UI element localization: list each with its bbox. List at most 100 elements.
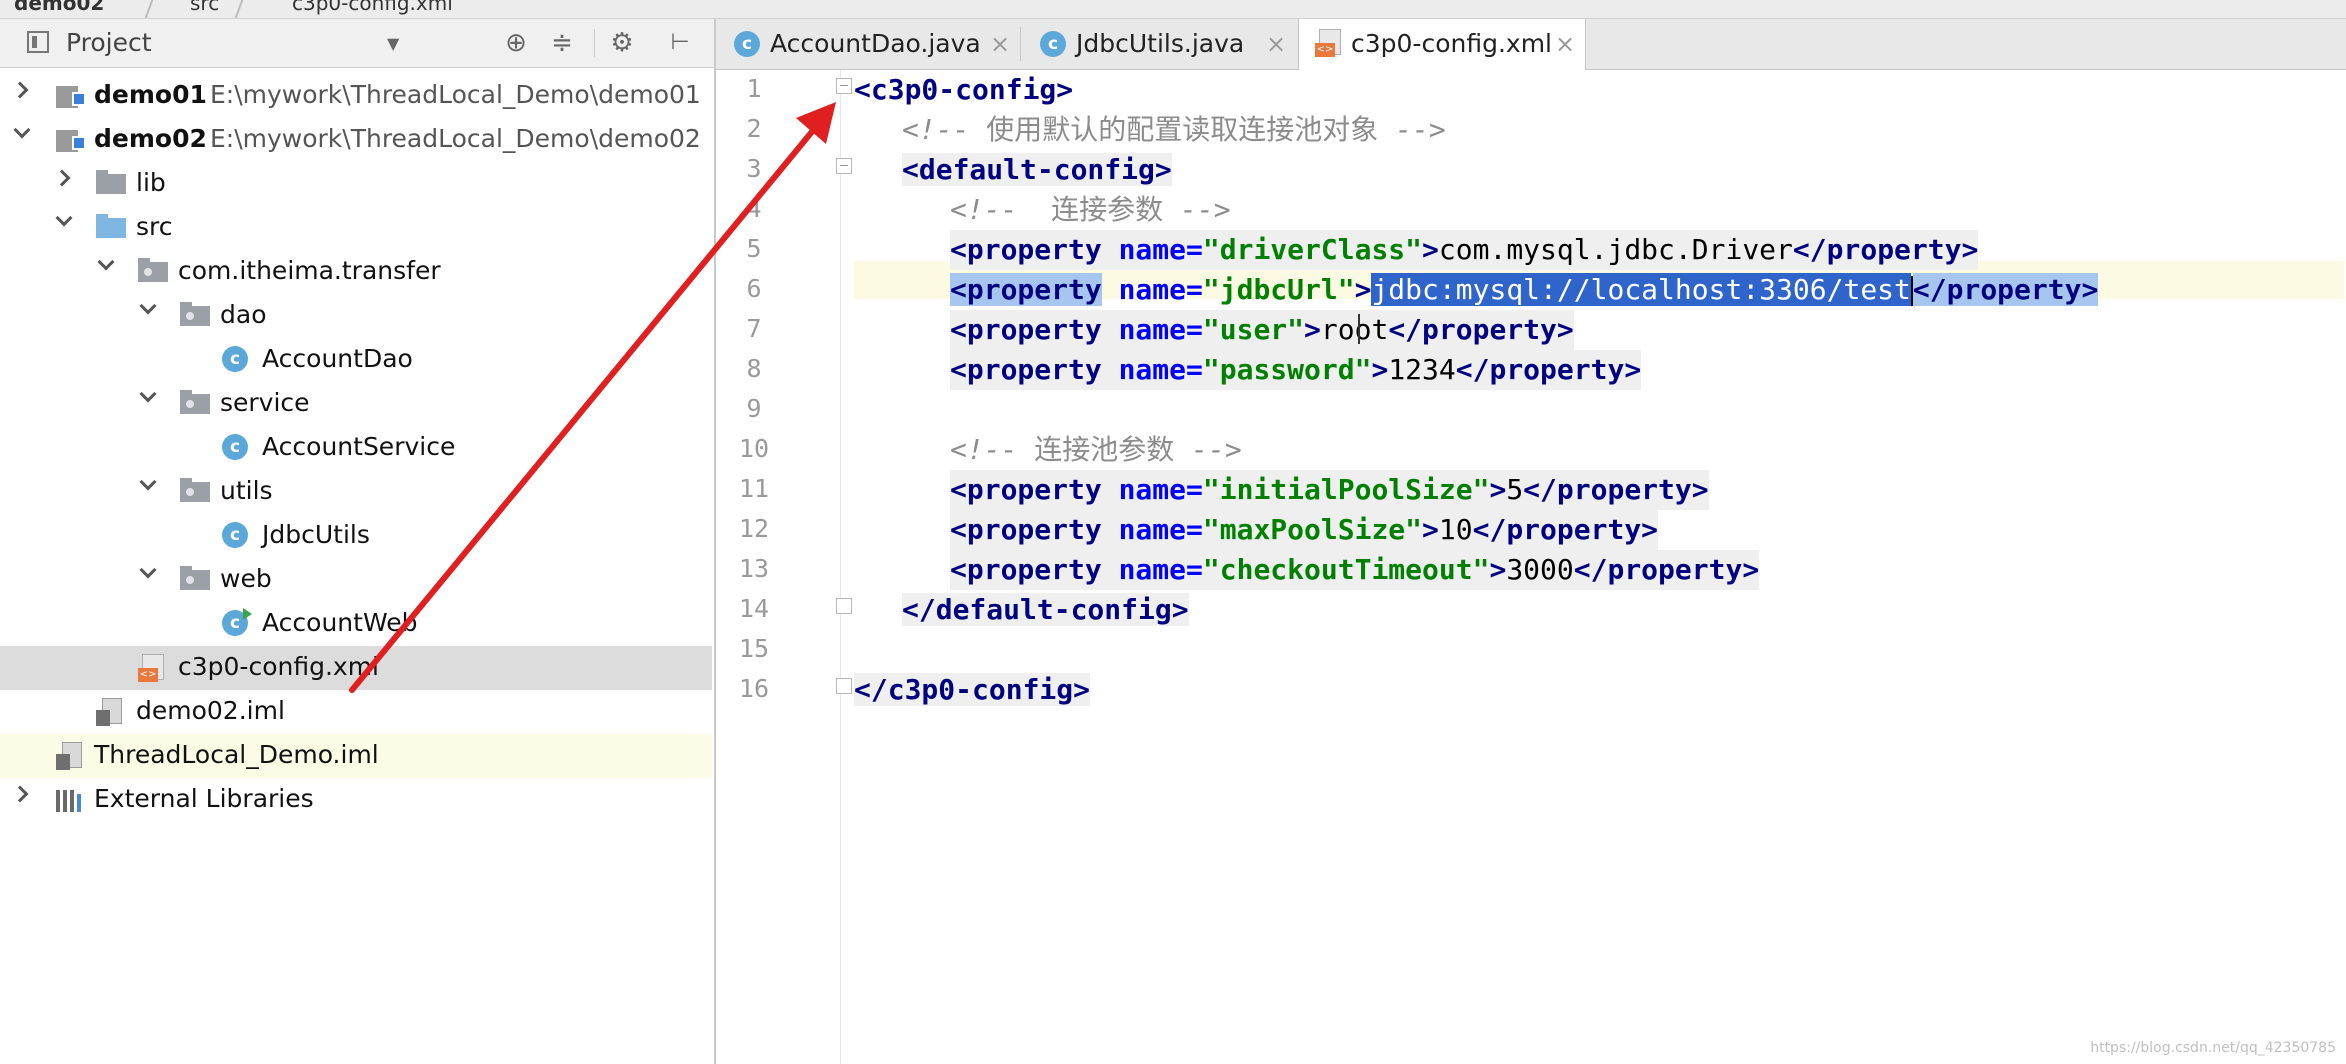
line-number: 6 xyxy=(746,274,762,303)
tab-label: JdbcUtils.java xyxy=(1076,29,1245,58)
line-number: 10 xyxy=(738,434,770,463)
tree-item-package-web[interactable]: web xyxy=(0,558,712,602)
tree-item-label: utils xyxy=(220,476,273,505)
chevron-down-icon[interactable] xyxy=(139,297,157,315)
tree-item-accountweb[interactable]: c AccountWeb xyxy=(0,602,712,646)
tree-item-demo01[interactable]: demo01 E:\mywork\ThreadLocal_Demo\demo01 xyxy=(0,74,712,118)
chevron-right-icon[interactable] xyxy=(53,169,71,187)
tree-item-src[interactable]: src xyxy=(0,206,712,250)
iml-file-icon xyxy=(56,742,82,772)
tree-item-c3p0-config[interactable]: <> c3p0-config.xml xyxy=(0,646,712,690)
gear-icon[interactable]: ⚙ xyxy=(606,27,638,59)
tree-item-jdbcutils[interactable]: c JdbcUtils xyxy=(0,514,712,558)
project-view-selector[interactable]: Project xyxy=(66,28,152,57)
breadcrumb-folder[interactable]: src xyxy=(190,0,219,15)
breadcrumb-module[interactable]: demo02 xyxy=(14,0,104,15)
tab-accountdao[interactable]: c AccountDao.java × xyxy=(716,19,1018,69)
fold-end-icon[interactable] xyxy=(836,598,852,614)
class-icon: c xyxy=(1040,31,1066,57)
tree-item-label: ThreadLocal_Demo.iml xyxy=(94,740,379,769)
xml-attribute: name= xyxy=(1118,473,1203,506)
tree-item-package-service[interactable]: service xyxy=(0,382,712,426)
xml-tag: > xyxy=(1354,273,1372,306)
tree-item-label: demo01 xyxy=(94,80,207,109)
tree-item-package-dao[interactable]: dao xyxy=(0,294,712,338)
tree-item-demo02-iml[interactable]: demo02.iml xyxy=(0,690,712,734)
xml-tag: > xyxy=(1489,553,1507,586)
breadcrumb-separator xyxy=(232,0,246,18)
xml-file-icon: <> xyxy=(1315,29,1341,59)
tree-item-external-libraries[interactable]: External Libraries xyxy=(0,778,712,822)
chevron-right-icon[interactable] xyxy=(11,785,29,803)
tree-item-label: External Libraries xyxy=(94,784,314,813)
chevron-down-icon[interactable] xyxy=(13,121,31,139)
line-number: 2 xyxy=(746,114,762,143)
tree-item-demo02[interactable]: demo02 E:\mywork\ThreadLocal_Demo\demo02 xyxy=(0,118,712,162)
code-line-2: <!-- 使用默认的配置读取连接池对象 --> xyxy=(902,110,1446,150)
tree-item-label: JdbcUtils xyxy=(262,520,370,549)
tree-item-lib[interactable]: lib xyxy=(0,162,712,206)
line-number: 8 xyxy=(746,354,762,383)
xml-tag: <property xyxy=(950,513,1102,546)
xml-comment: --> xyxy=(1378,113,1446,146)
xml-tag: <c3p0-config> xyxy=(854,73,1074,106)
chevron-down-icon[interactable] xyxy=(55,209,73,227)
breadcrumb-file[interactable]: c3p0-config.xml xyxy=(292,0,453,15)
breadcrumb: demo02 src c3p0-config.xml xyxy=(0,0,2346,19)
xml-text: 1234 xyxy=(1388,353,1456,386)
chevron-down-icon[interactable] xyxy=(139,561,157,579)
close-icon[interactable]: × xyxy=(1266,30,1286,58)
editor-area: c AccountDao.java × c JdbcUtils.java × <… xyxy=(716,19,2346,1064)
chevron-down-icon[interactable] xyxy=(139,385,157,403)
xml-comment: --> xyxy=(1174,433,1242,466)
tab-c3p0-config[interactable]: <> c3p0-config.xml × xyxy=(1298,19,1586,70)
editor-tab-bar: c AccountDao.java × c JdbcUtils.java × <… xyxy=(716,19,2346,70)
fold-marker-icon[interactable] xyxy=(836,78,852,94)
source-folder-icon xyxy=(96,214,126,238)
xml-tag: </property> xyxy=(1573,553,1760,586)
fold-marker-icon[interactable] xyxy=(836,158,852,174)
tree-item-package-utils[interactable]: utils xyxy=(0,470,712,514)
selected-text[interactable]: jdbc:mysql://localhost:3306/test xyxy=(1371,273,1911,306)
xml-attribute-value: "password" xyxy=(1202,353,1372,386)
project-panel-header: Project ▼ ⊕ ≑ ⚙ ⊢ xyxy=(0,19,714,68)
line-number: 9 xyxy=(746,394,762,423)
tree-item-package-transfer[interactable]: com.itheima.transfer xyxy=(0,250,712,294)
close-icon[interactable]: × xyxy=(990,30,1010,58)
module-path: E:\mywork\ThreadLocal_Demo\demo02 xyxy=(210,124,701,153)
chevron-down-icon[interactable] xyxy=(97,253,115,271)
chevron-down-icon[interactable] xyxy=(139,473,157,491)
iml-file-icon xyxy=(96,698,122,728)
tree-item-label: dao xyxy=(220,300,267,329)
xml-comment-text: 连接池参数 xyxy=(1034,433,1175,466)
code-line-10: <!-- 连接池参数 --> xyxy=(950,430,1242,470)
hide-icon[interactable]: ⊢ xyxy=(664,27,696,59)
tree-item-threadlocal-iml[interactable]: ThreadLocal_Demo.iml xyxy=(0,734,712,778)
xml-tag: <property xyxy=(950,273,1102,306)
tree-item-label: demo02.iml xyxy=(136,696,285,725)
chevron-down-icon[interactable]: ▼ xyxy=(387,34,399,53)
tree-item-label: AccountDao xyxy=(262,344,413,373)
xml-file-icon: <> xyxy=(138,654,164,684)
collapse-icon[interactable]: ≑ xyxy=(546,27,578,59)
xml-comment: <!-- xyxy=(902,113,987,146)
xml-comment: --> xyxy=(1163,193,1231,226)
class-icon: c xyxy=(222,346,248,372)
xml-tag: <property xyxy=(950,313,1102,346)
chevron-right-icon[interactable] xyxy=(11,81,29,99)
tree-item-accountdao[interactable]: c AccountDao xyxy=(0,338,712,382)
tab-jdbcutils[interactable]: c JdbcUtils.java × xyxy=(1022,19,1296,69)
locate-icon[interactable]: ⊕ xyxy=(500,27,532,59)
xml-text: 5 xyxy=(1506,473,1524,506)
close-icon[interactable]: × xyxy=(1555,30,1575,58)
fold-end-icon[interactable] xyxy=(836,678,852,694)
tree-item-label: c3p0-config.xml xyxy=(178,652,379,681)
xml-tag: > xyxy=(1422,233,1439,266)
tree-item-accountservice[interactable]: c AccountService xyxy=(0,426,712,470)
module-icon xyxy=(56,82,86,108)
xml-tag: </default-config> xyxy=(902,593,1189,626)
project-view-icon xyxy=(27,31,49,53)
code-line-13: <property name="checkoutTimeout">3000</p… xyxy=(950,550,1760,590)
code-editor[interactable]: <c3p0-config> <!-- 使用默认的配置读取连接池对象 --> <d… xyxy=(854,70,2344,1064)
code-line-12: <property name="maxPoolSize">10</propert… xyxy=(950,510,1659,550)
